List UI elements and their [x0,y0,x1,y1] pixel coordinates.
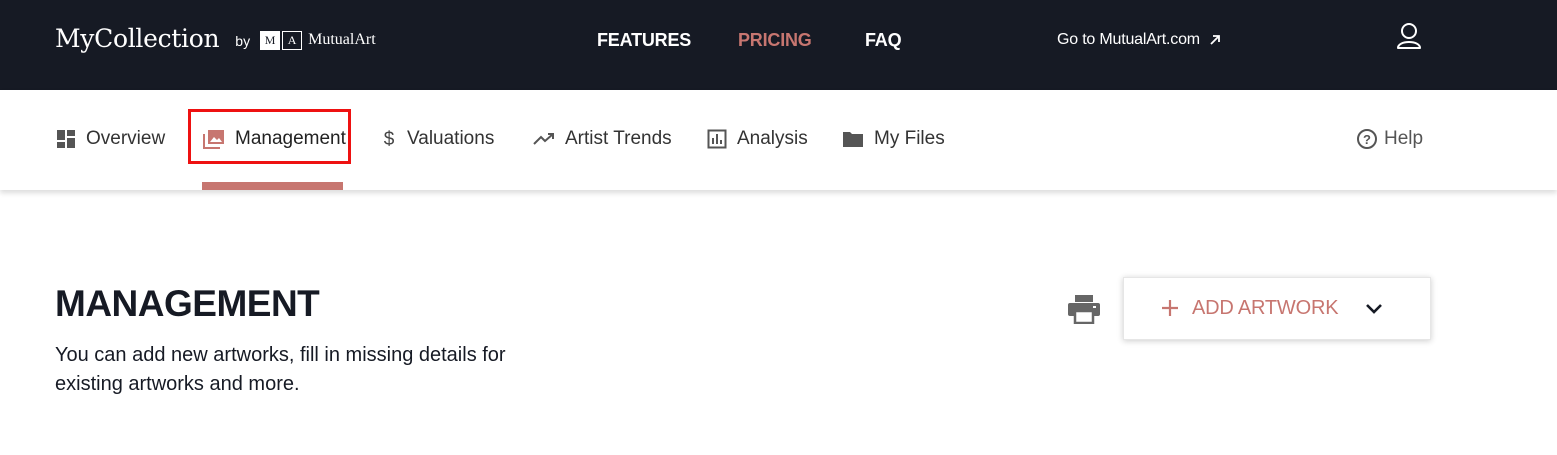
management-tab-highlight [188,109,351,164]
plus-icon [1162,300,1178,316]
folder-icon [843,132,863,147]
help-link[interactable]: ? Help [1356,126,1423,152]
dollar-icon: $ [384,129,395,150]
nav-pricing-link[interactable]: PRICING [738,30,812,51]
goto-mutualart-label: Go to MutualArt.com [1057,31,1200,48]
external-arrow-icon [1210,35,1220,45]
bar-chart-icon [707,129,727,149]
mutualart-logo-icon: M A [260,30,303,50]
tab-analysis-label: Analysis [737,128,808,149]
brand-logo[interactable]: MyCollection by M A MutualArt [55,24,376,53]
printer-icon[interactable] [1067,294,1101,324]
tab-artist-trends[interactable]: Artist Trends [533,126,672,152]
tab-artist-trends-label: Artist Trends [565,128,672,149]
tab-overview-label: Overview [86,128,166,149]
nav-features-link[interactable]: FEATURES [597,30,691,51]
logo-letter-a: A [282,30,303,50]
brand-name: MyCollection [55,24,220,53]
tab-my-files-label: My Files [874,128,945,149]
svg-text:$: $ [384,129,395,150]
svg-text:?: ? [1363,132,1371,147]
page-title: MANAGEMENT [55,283,320,324]
logo-letter-m: M [260,30,281,50]
dashboard-icon [57,130,75,148]
top-header: MyCollection by M A MutualArt FEATURES P… [0,0,1557,90]
page-description: You can add new artworks, fill in missin… [55,344,506,395]
chevron-down-icon[interactable] [1365,303,1383,315]
active-tab-indicator [202,182,343,190]
brand-by-text: by [235,32,251,49]
trending-up-icon [533,133,554,145]
tab-analysis[interactable]: Analysis [707,126,808,152]
add-artwork-button[interactable]: ADD ARTWORK [1123,277,1431,340]
add-artwork-label: ADD ARTWORK [1192,297,1339,319]
help-label: Help [1384,128,1424,149]
tab-valuations-label: Valuations [407,128,495,149]
nav-faq-link[interactable]: FAQ [865,30,902,51]
tab-valuations[interactable]: $ Valuations [381,126,495,152]
tab-my-files[interactable]: My Files [842,126,945,152]
help-circle-icon: ? [1357,129,1377,149]
user-account-icon[interactable] [1396,22,1422,50]
tab-overview[interactable]: Overview [56,126,165,152]
goto-mutualart-link[interactable]: Go to MutualArt.com [1057,31,1221,49]
mutualart-logo-text: MutualArt [308,30,376,48]
section-tabs: Overview Management $ Valuations Artist … [0,90,1557,190]
